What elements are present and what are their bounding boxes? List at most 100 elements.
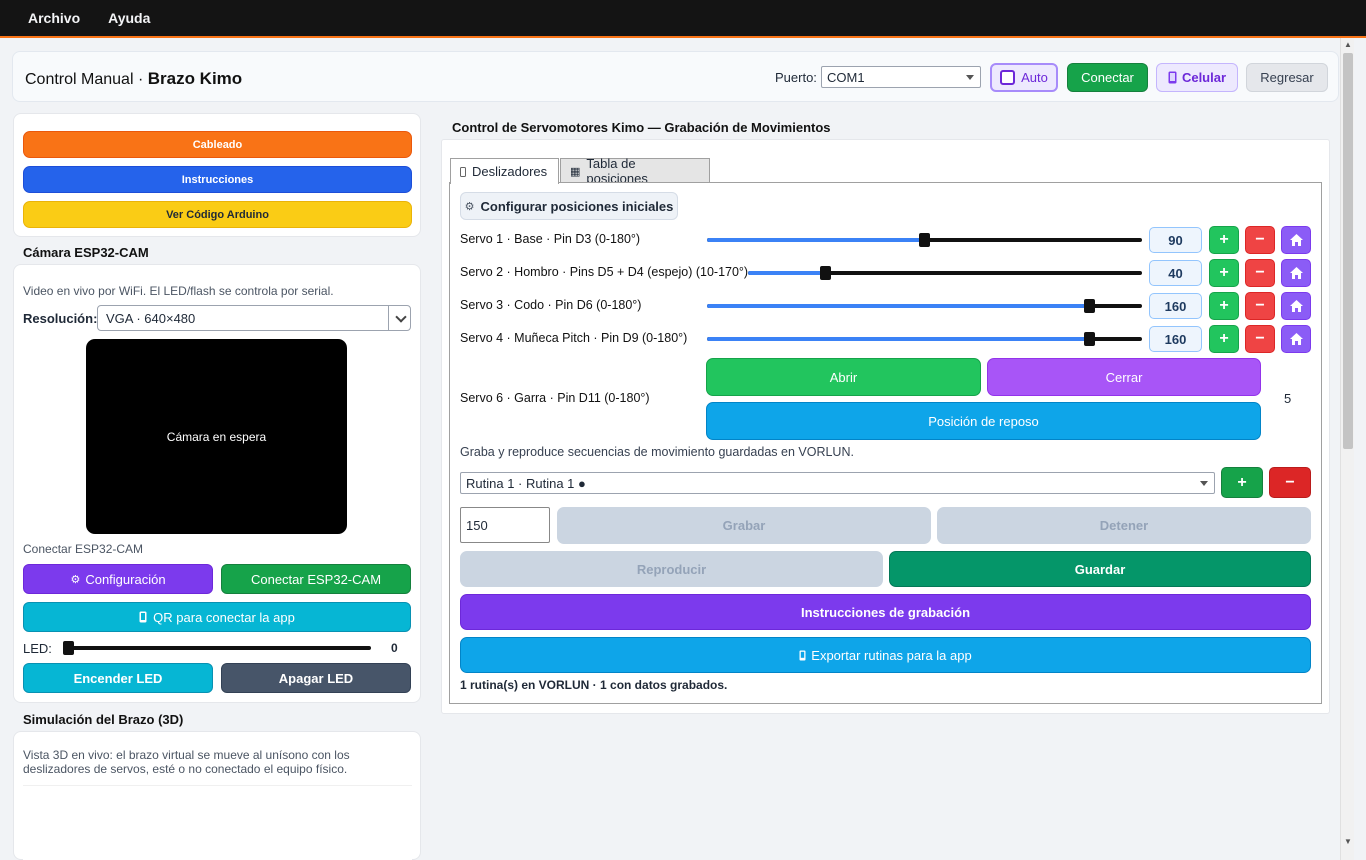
plus-icon: + — [1237, 473, 1247, 491]
remove-routine-button[interactable]: − — [1269, 467, 1311, 498]
servo-1-slider[interactable] — [707, 233, 1142, 247]
servo-4-knob[interactable] — [1083, 332, 1095, 346]
servo-2-slider[interactable] — [748, 266, 1142, 280]
camera-view: Cámara en espera — [86, 339, 347, 534]
export-label: Exportar rutinas para la app — [811, 647, 972, 663]
menu-archivo[interactable]: Archivo — [14, 10, 94, 26]
servo-2-fill — [748, 271, 826, 275]
servo-1-value[interactable]: 90 — [1149, 227, 1202, 253]
gear-icon: ⚙ — [464, 200, 475, 213]
servo-1-home-button[interactable] — [1281, 226, 1311, 254]
servo-3-slider[interactable] — [707, 299, 1142, 313]
scroll-down-icon[interactable]: ▼ — [1344, 837, 1352, 846]
servo-2-home-button[interactable] — [1281, 259, 1311, 287]
gripper-value: 5 — [1284, 391, 1292, 406]
routine-select[interactable]: Rutina 1 · Rutina 1 ● — [460, 472, 1215, 494]
home-icon — [1289, 234, 1303, 246]
record-button[interactable]: Grabar — [557, 507, 931, 544]
vertical-scrollbar[interactable]: ▲ ▼ — [1340, 38, 1354, 860]
resolution-select[interactable]: VGA · 640×480 — [97, 305, 411, 331]
rest-position-button[interactable]: Posición de reposo — [706, 402, 1261, 440]
camera-config-label: Configuración — [85, 571, 166, 587]
arduino-code-button[interactable]: Ver Código Arduino — [23, 201, 412, 228]
simulation-canvas[interactable] — [23, 785, 412, 860]
port-select[interactable]: COM1 — [821, 66, 981, 88]
config-initial-button[interactable]: ⚙ Configurar posiciones iniciales — [460, 192, 678, 220]
servo-3-home-button[interactable] — [1281, 292, 1311, 320]
save-button[interactable]: Guardar — [889, 551, 1311, 587]
led-slider-knob[interactable] — [63, 641, 74, 655]
camera-card: Video en vivo por WiFi. El LED/flash se … — [13, 264, 421, 703]
servo-2-knob[interactable] — [819, 266, 831, 280]
gripper-label: Servo 6 · Garra · Pin D11 (0-180°) — [460, 391, 650, 405]
phone-icon — [799, 650, 806, 660]
led-off-button[interactable]: Apagar LED — [221, 663, 411, 693]
servo-1-knob[interactable] — [919, 233, 930, 247]
tab-sliders[interactable]: Deslizadores — [450, 158, 559, 184]
home-icon — [1289, 267, 1303, 279]
cell-button[interactable]: Celular — [1156, 63, 1238, 92]
menu-bar: Archivo Ayuda — [0, 0, 1366, 38]
servo-3-knob[interactable] — [1083, 299, 1095, 313]
led-label: LED: — [23, 641, 52, 656]
port-label: Puerto: — [775, 70, 817, 85]
minus-icon: − — [1255, 264, 1265, 281]
recording-instructions-button[interactable]: Instrucciones de grabación — [460, 594, 1311, 630]
simulation-desc: Vista 3D en vivo: el brazo virtual se mu… — [23, 748, 350, 776]
instructions-button[interactable]: Instrucciones — [23, 166, 412, 193]
servo-1-minus-button[interactable]: − — [1245, 226, 1275, 254]
qr-label: QR para conectar la app — [153, 609, 295, 625]
servo-2-plus-button[interactable]: + — [1209, 259, 1239, 287]
page-title-strong: Brazo Kimo — [147, 69, 243, 88]
servo-2-value[interactable]: 40 — [1149, 260, 1202, 286]
minus-icon: − — [1255, 297, 1265, 314]
qr-button[interactable]: QR para conectar la app — [23, 602, 411, 632]
servo-4-slider[interactable] — [707, 332, 1142, 346]
auto-label: Auto — [1021, 70, 1048, 85]
minus-icon: − — [1285, 473, 1295, 491]
phone-icon — [139, 611, 147, 623]
export-routines-button[interactable]: Exportar rutinas para la app — [460, 637, 1311, 673]
servo-2-minus-button[interactable]: − — [1245, 259, 1275, 287]
servo-3-minus-button[interactable]: − — [1245, 292, 1275, 320]
servo-1-fill — [707, 238, 925, 242]
gear-icon: ⚙ — [70, 573, 81, 586]
play-button[interactable]: Reproducir — [460, 551, 883, 587]
stop-button[interactable]: Detener — [937, 507, 1311, 544]
control-title: Control de Servomotores Kimo — Grabación… — [452, 120, 831, 135]
scrollbar-thumb[interactable] — [1343, 53, 1353, 449]
resolution-value: VGA · 640×480 — [106, 310, 196, 326]
camera-desc: Video en vivo por WiFi. El LED/flash se … — [23, 284, 334, 298]
scroll-up-icon[interactable]: ▲ — [1344, 40, 1352, 49]
auto-toggle[interactable]: Auto — [990, 63, 1058, 92]
servo-3-fill — [707, 304, 1090, 308]
simulation-card: Vista 3D en vivo: el brazo virtual se mu… — [13, 731, 421, 860]
tab-positions-table[interactable]: ▦ Tabla de posiciones — [560, 156, 710, 186]
back-button[interactable]: Regresar — [1246, 63, 1328, 92]
connect-button[interactable]: Conectar — [1067, 63, 1148, 92]
chevron-down-icon — [1200, 481, 1208, 486]
interval-input[interactable]: 150 — [460, 507, 550, 543]
cell-label: Celular — [1181, 70, 1227, 85]
servo-4-minus-button[interactable]: − — [1245, 325, 1275, 353]
servo-4-home-button[interactable] — [1281, 325, 1311, 353]
menu-ayuda[interactable]: Ayuda — [94, 10, 164, 26]
recording-status: 1 rutina(s) en VORLUN · 1 con datos grab… — [460, 678, 728, 692]
camera-config-button[interactable]: ⚙ Configuración — [23, 564, 213, 594]
tab-sliders-label: Deslizadores — [472, 164, 548, 179]
wiring-button[interactable]: Cableado — [23, 131, 412, 158]
camera-title: Cámara ESP32-CAM — [23, 245, 149, 260]
servo-1-plus-button[interactable]: + — [1209, 226, 1239, 254]
camera-connect-button[interactable]: Conectar ESP32-CAM — [221, 564, 411, 594]
led-slider[interactable] — [63, 641, 371, 655]
servo-4-plus-button[interactable]: + — [1209, 325, 1239, 353]
home-icon — [1289, 300, 1303, 312]
add-routine-button[interactable]: + — [1221, 467, 1263, 498]
led-on-button[interactable]: Encender LED — [23, 663, 213, 693]
checkbox-icon[interactable] — [1000, 70, 1016, 85]
servo-4-value[interactable]: 160 — [1149, 326, 1202, 352]
servo-3-plus-button[interactable]: + — [1209, 292, 1239, 320]
servo-3-value[interactable]: 160 — [1149, 293, 1202, 319]
gripper-close-button[interactable]: Cerrar — [987, 358, 1261, 396]
gripper-open-button[interactable]: Abrir — [706, 358, 981, 396]
